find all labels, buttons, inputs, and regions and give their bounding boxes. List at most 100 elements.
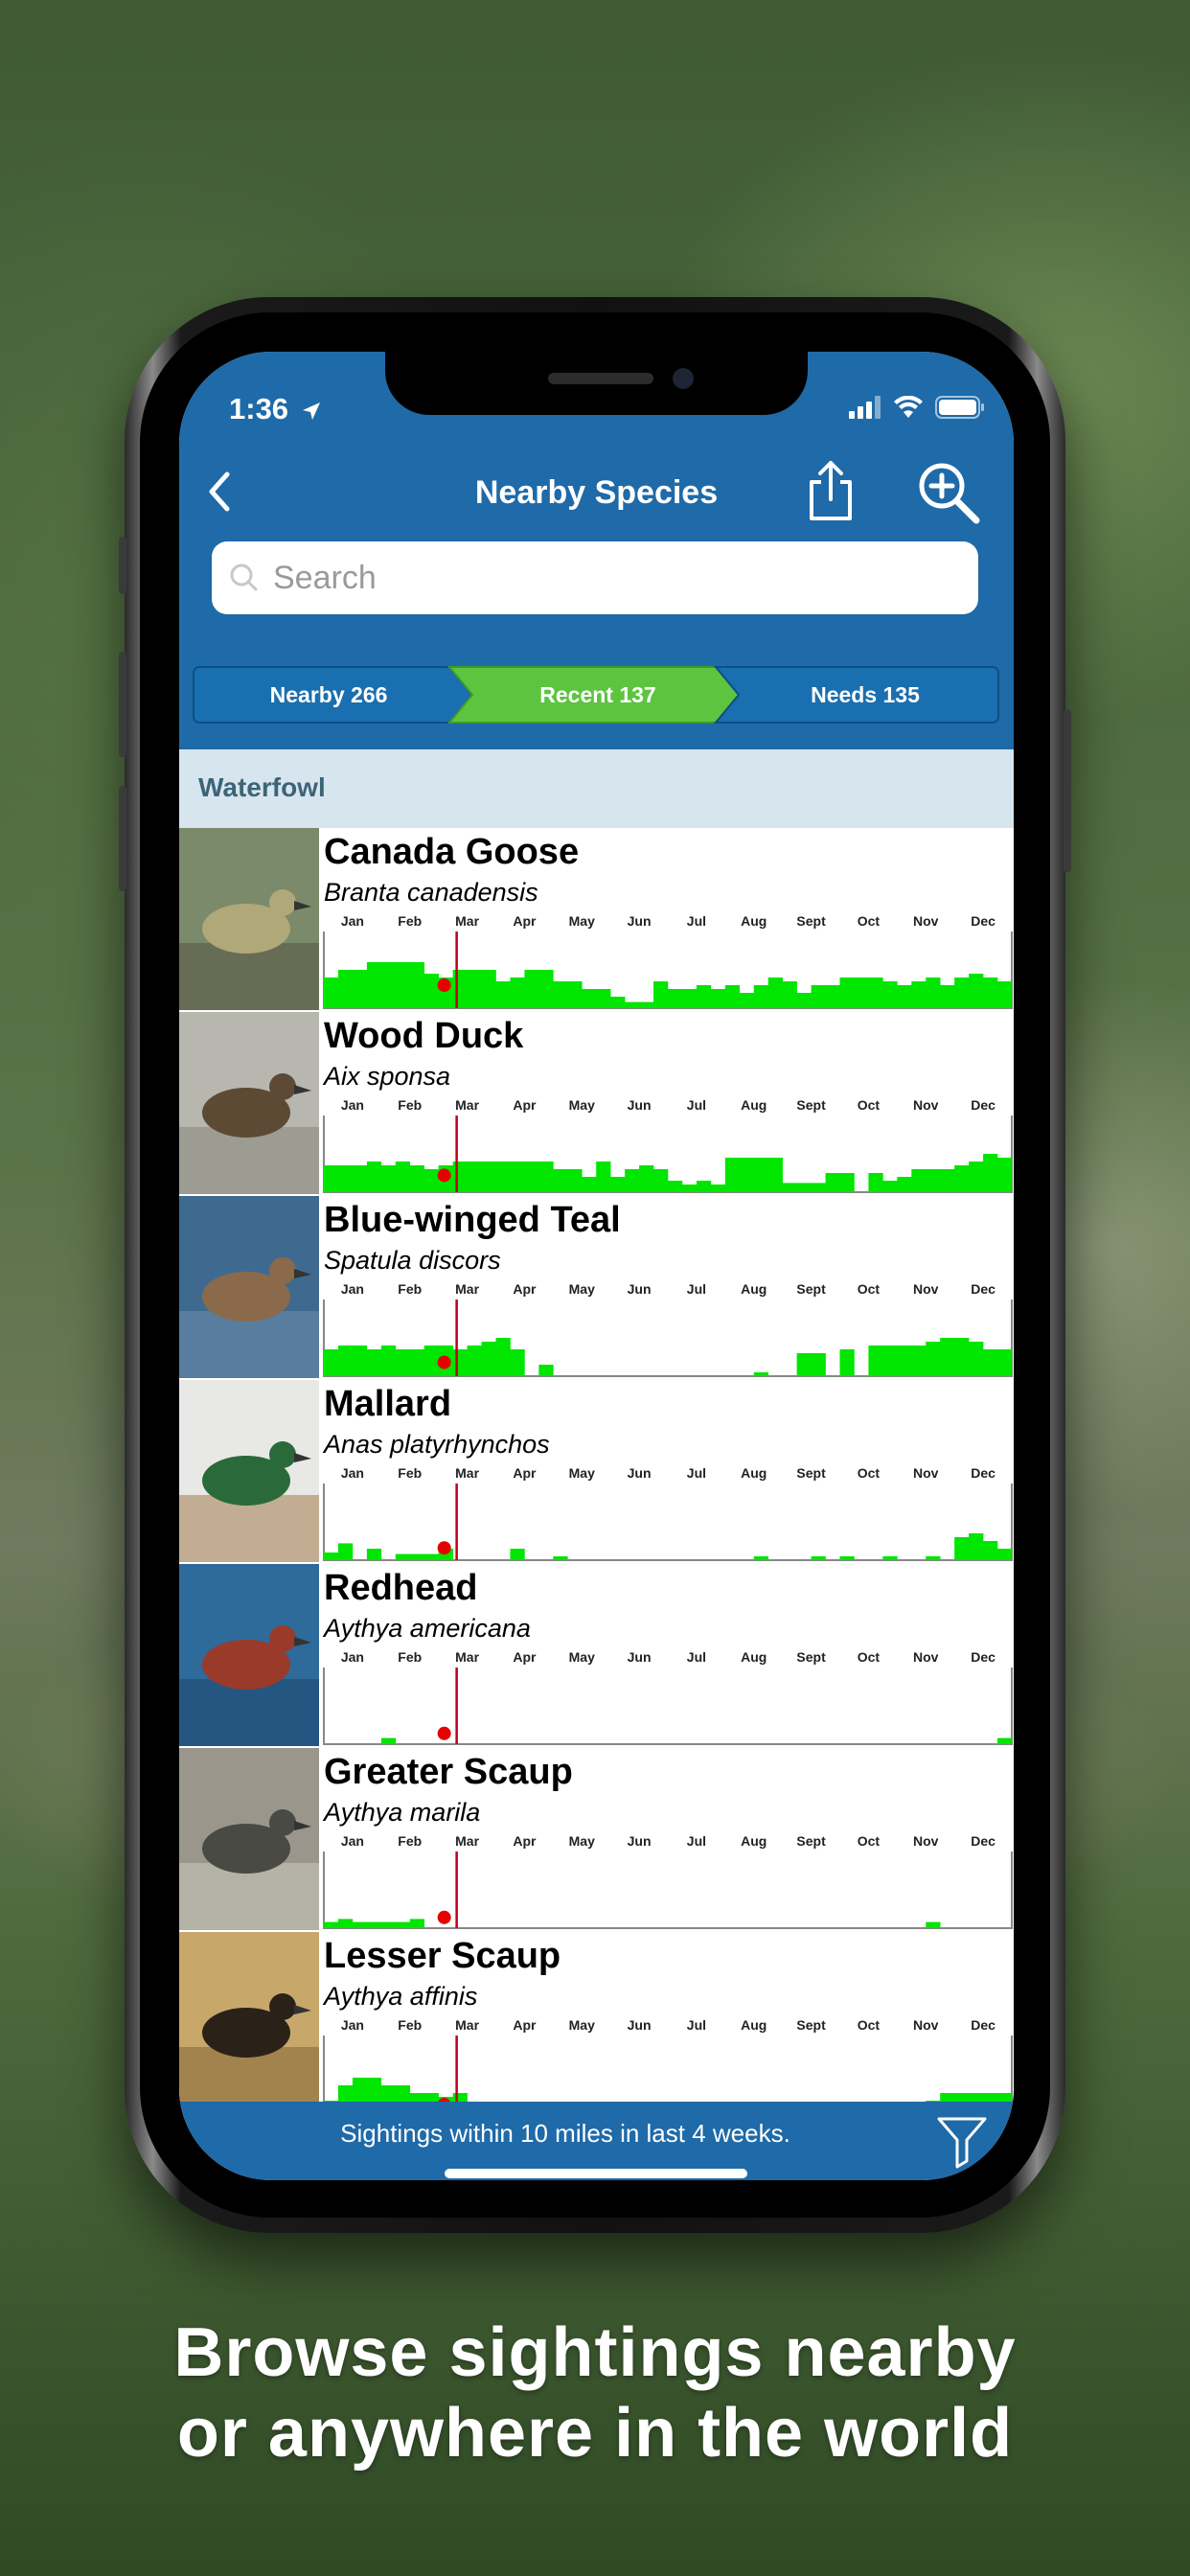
month-tick-label: Apr bbox=[513, 913, 537, 929]
frequency-bar bbox=[811, 1353, 826, 1376]
filter-button[interactable] bbox=[934, 2113, 990, 2169]
species-row[interactable]: Wood Duck Aix sponsa Jan Feb Mar Apr May Jun Jul… bbox=[179, 1012, 1014, 1198]
search-input[interactable] bbox=[271, 558, 927, 598]
frequency-bar bbox=[868, 1173, 883, 1192]
month-tick-label: Mar bbox=[455, 1097, 479, 1113]
frequency-bar bbox=[395, 1162, 411, 1192]
frequency-bar bbox=[724, 985, 741, 1008]
frequency-bar bbox=[409, 962, 425, 1008]
frequency-bar bbox=[409, 1553, 425, 1560]
frequency-bar bbox=[481, 970, 496, 1008]
recent-sighting-marker bbox=[437, 978, 451, 992]
share-button[interactable] bbox=[802, 459, 859, 522]
month-tick-label: Jun bbox=[628, 1465, 652, 1481]
frequency-bar bbox=[366, 962, 382, 1008]
status-icons bbox=[849, 394, 985, 419]
frequency-bar bbox=[739, 993, 755, 1008]
tab-nearby[interactable]: Nearby 266 bbox=[193, 666, 465, 724]
recent-sighting-marker bbox=[437, 1910, 451, 1924]
chart-frame bbox=[323, 1852, 1013, 1929]
app-screen: 1:36 Nearby Species Search Nearby 266 Re… bbox=[179, 352, 1014, 2180]
month-tick-label: Oct bbox=[858, 2017, 881, 2033]
frequency-bar bbox=[796, 1353, 812, 1376]
species-row[interactable]: Greater Scaup Aythya marila Jan Feb Mar Apr Ma… bbox=[179, 1748, 1014, 1934]
frequency-bar bbox=[969, 1342, 984, 1376]
search-bar[interactable] bbox=[212, 541, 978, 614]
notch bbox=[385, 352, 808, 415]
month-tick-label: Jul bbox=[687, 2017, 706, 2033]
frequency-bar bbox=[380, 1346, 397, 1376]
species-scientific-name: Aix sponsa bbox=[324, 1062, 451, 1091]
month-tick-label: Apr bbox=[513, 2017, 537, 2033]
month-tick-label: Oct bbox=[858, 1833, 881, 1849]
month-tick-label: Jun bbox=[628, 1833, 652, 1849]
species-common-name: Wood Duck bbox=[324, 1016, 524, 1056]
species-row[interactable]: Lesser Scaup Aythya affinis Jan Feb Mar Apr Ma… bbox=[179, 1932, 1014, 2118]
frequency-bar bbox=[954, 1165, 970, 1192]
frequency-bar bbox=[940, 1338, 955, 1376]
zoom-in-button[interactable] bbox=[915, 459, 982, 526]
month-tick-label: Jun bbox=[628, 1097, 652, 1113]
month-tick-label: Apr bbox=[513, 1465, 537, 1481]
month-tick-label: Nov bbox=[913, 913, 939, 929]
frequency-bar bbox=[782, 981, 797, 1008]
month-tick-label: Jan bbox=[341, 1833, 364, 1849]
search-icon bbox=[230, 564, 258, 591]
frequency-bar bbox=[337, 1165, 354, 1192]
species-row[interactable]: Redhead Aythya americana Jan Feb Mar Apr May Ju… bbox=[179, 1564, 1014, 1750]
month-tick-label: Sept bbox=[796, 1281, 826, 1297]
frequency-bar bbox=[366, 1549, 382, 1560]
frequency-bar bbox=[639, 1001, 654, 1008]
frequency-bar bbox=[510, 978, 525, 1008]
frequency-bar bbox=[767, 1158, 783, 1192]
frequency-bar bbox=[366, 1162, 382, 1192]
tab-recent[interactable]: Recent 137 bbox=[465, 666, 731, 724]
frequency-bar bbox=[926, 1169, 941, 1192]
month-tick-label: Jan bbox=[341, 1465, 364, 1481]
frequency-bar bbox=[510, 1162, 525, 1192]
section-header: Waterfowl bbox=[179, 749, 1014, 830]
month-tick-label: Nov bbox=[913, 1465, 939, 1481]
frequency-bar bbox=[882, 1346, 898, 1376]
frequency-bar bbox=[582, 989, 597, 1008]
frequency-chart: Jan Feb Mar Apr May Jun Jul Aug Sept Oct Nov Dec bbox=[323, 1097, 1013, 1193]
month-tick-label: Jul bbox=[687, 1097, 706, 1113]
tab-needs[interactable]: Needs 135 bbox=[731, 666, 999, 724]
species-row[interactable]: Blue-winged Teal Spatula discors Jan Feb Mar… bbox=[179, 1196, 1014, 1382]
frequency-bar bbox=[681, 989, 698, 1008]
species-row[interactable]: Canada Goose Branta canadensis Jan Feb Mar Ap… bbox=[179, 828, 1014, 1014]
frequency-bar bbox=[352, 1165, 368, 1192]
frequency-bar bbox=[409, 1919, 425, 1928]
species-photo bbox=[179, 1012, 319, 1194]
frequency-bar bbox=[423, 1169, 439, 1192]
frequency-bar bbox=[668, 989, 683, 1008]
month-tick-label: Sept bbox=[796, 2017, 826, 2033]
frequency-bar bbox=[553, 1556, 568, 1560]
month-tick-label: Feb bbox=[398, 1281, 422, 1297]
frequency-bar bbox=[926, 978, 941, 1008]
species-row[interactable]: Mallard Anas platyrhynchos Jan Feb Mar Apr May… bbox=[179, 1380, 1014, 1566]
frequency-bar bbox=[553, 981, 568, 1008]
frequency-bar bbox=[739, 1158, 755, 1192]
frequency-bar bbox=[467, 970, 482, 1008]
caption-line-2: or anywhere in the world bbox=[176, 2395, 1014, 2472]
month-tick-label: Oct bbox=[858, 913, 881, 929]
frequency-chart: Jan Feb Mar Apr May Jun Jul Aug Sept Oct Nov Dec bbox=[323, 1833, 1013, 1929]
frequency-bar bbox=[553, 1169, 568, 1192]
frequency-bar bbox=[452, 1162, 468, 1192]
frequency-bar bbox=[481, 1342, 496, 1376]
month-tick-label: May bbox=[569, 1097, 595, 1113]
frequency-bar bbox=[337, 1543, 354, 1560]
frequency-bar bbox=[610, 997, 626, 1008]
month-tick-label: Dec bbox=[971, 1649, 995, 1665]
frequency-bar bbox=[495, 1162, 511, 1192]
frequency-bar bbox=[997, 1349, 1013, 1376]
frequency-bar bbox=[969, 974, 984, 1008]
front-camera bbox=[673, 368, 694, 389]
frequency-bar bbox=[668, 1181, 683, 1192]
frequency-bar bbox=[854, 978, 869, 1008]
species-common-name: Greater Scaup bbox=[324, 1752, 573, 1792]
frequency-bar bbox=[954, 1338, 970, 1376]
species-scientific-name: Aythya marila bbox=[324, 1798, 481, 1827]
frequency-bar bbox=[753, 1372, 769, 1376]
